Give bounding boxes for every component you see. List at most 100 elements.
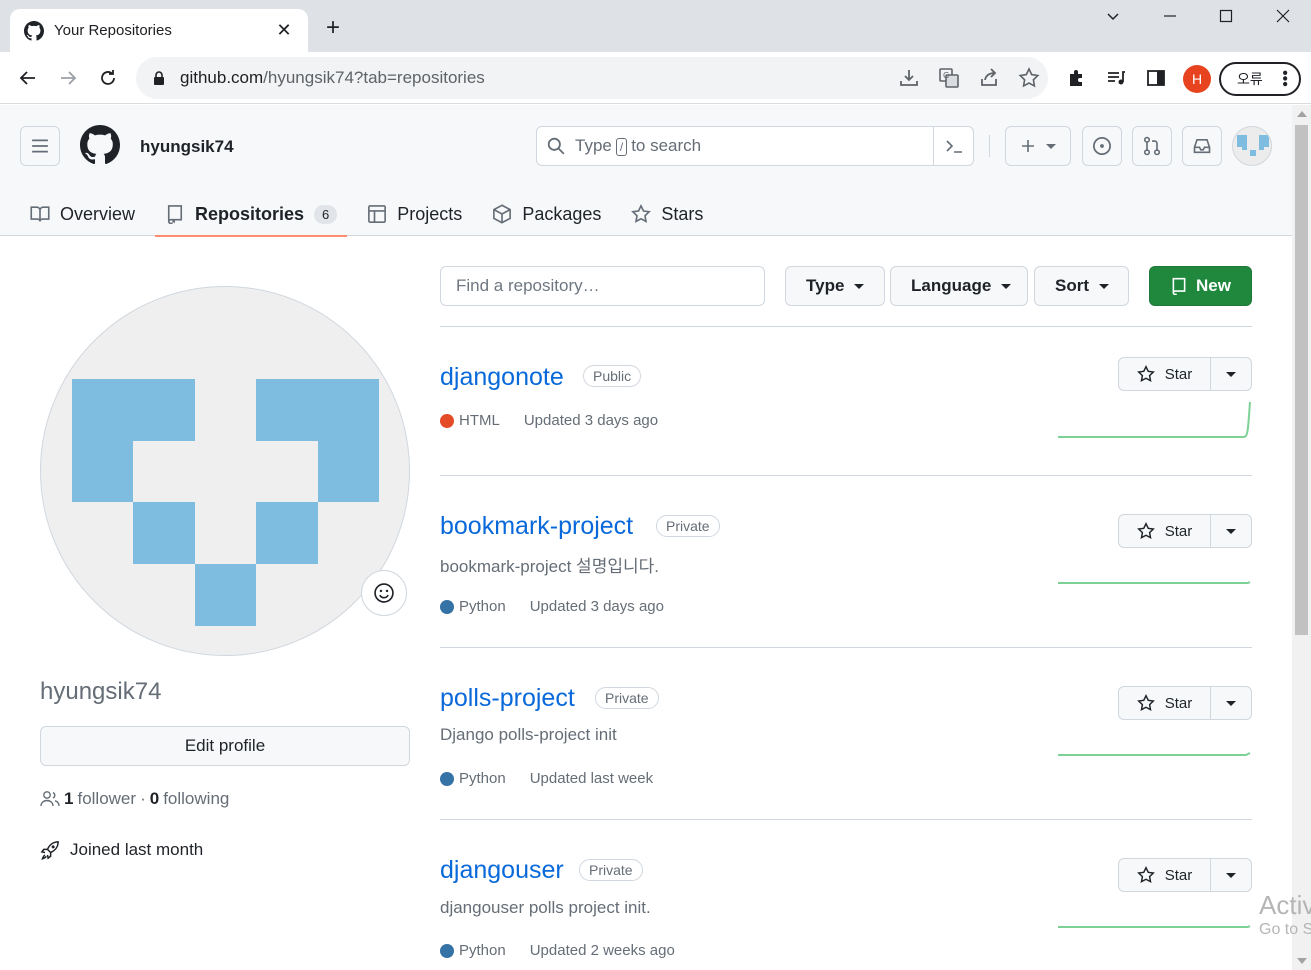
header-divider [989, 135, 990, 157]
people-icon [40, 791, 60, 807]
tab-repositories[interactable]: Repositories 6 [155, 192, 348, 237]
close-window-icon[interactable] [1271, 8, 1295, 28]
browser-error-button[interactable]: 오류 ••• [1219, 62, 1301, 96]
star-icon [1136, 866, 1155, 883]
create-new-button[interactable] [1005, 126, 1071, 166]
star-list-dropdown[interactable] [1211, 358, 1251, 390]
star-button[interactable]: Star [1119, 687, 1211, 719]
profile-avatar[interactable] [40, 286, 410, 656]
lock-icon[interactable] [152, 70, 166, 86]
address-bar[interactable]: github.com/hyungsik74?tab=repositories G [136, 57, 1048, 99]
profile-tabs: Overview Repositories 6 Projects Package… [20, 192, 723, 237]
star-button[interactable]: Star [1119, 358, 1211, 390]
extensions-puzzle-icon[interactable] [1064, 65, 1090, 91]
language-color-dot [440, 771, 454, 786]
caret-down-icon [854, 283, 865, 289]
hamburger-menu-icon[interactable] [20, 126, 60, 166]
tab-overview[interactable]: Overview [20, 192, 145, 236]
followers-label[interactable]: follower [77, 789, 136, 809]
repo-meta: Python Updated 3 days ago [440, 598, 664, 615]
scroll-down-arrow-icon[interactable] [1297, 958, 1307, 964]
scrollbar-thumb[interactable] [1295, 125, 1308, 635]
caret-down-icon [1226, 700, 1236, 706]
repo-description: Django polls-project init [440, 725, 617, 744]
star-icon [631, 204, 652, 223]
plus-icon [1022, 140, 1034, 152]
repo-list-item: polls-project Private Django polls-proje… [440, 648, 1252, 820]
language-color-dot [440, 413, 454, 428]
browser-profile-avatar[interactable]: H [1183, 65, 1211, 93]
repo-name-link[interactable]: polls-project [440, 684, 575, 713]
translate-icon[interactable]: G [938, 67, 960, 89]
share-icon[interactable] [978, 67, 1000, 89]
new-tab-icon[interactable]: + [326, 16, 340, 40]
followers-count[interactable]: 1 [64, 789, 73, 809]
side-panel-icon[interactable] [1143, 65, 1169, 91]
repo-updated: Updated last week [529, 770, 654, 787]
browser-toolbar: github.com/hyungsik74?tab=repositories G… [0, 52, 1311, 104]
more-menu-icon[interactable]: ••• [1276, 70, 1293, 87]
star-button[interactable]: Star [1119, 515, 1211, 547]
issue-opened-icon [1093, 137, 1111, 155]
close-tab-icon[interactable]: ✕ [274, 20, 294, 41]
activity-sparkline [1058, 925, 1251, 928]
github-logo-icon[interactable] [80, 125, 120, 165]
issues-button[interactable] [1082, 126, 1122, 166]
star-button-group: Star [1118, 686, 1252, 720]
star-list-dropdown[interactable] [1211, 859, 1251, 891]
new-repository-button[interactable]: New [1149, 266, 1252, 306]
maximize-icon[interactable] [1214, 8, 1238, 28]
star-list-dropdown[interactable] [1211, 687, 1251, 719]
identicon-image [72, 379, 379, 626]
visibility-badge: Private [579, 859, 643, 881]
following-label[interactable]: following [163, 789, 229, 809]
header-avatar[interactable] [1232, 126, 1272, 166]
search-placeholder: Type / to search [575, 136, 702, 156]
media-queue-icon[interactable] [1103, 65, 1129, 91]
minimize-icon[interactable] [1158, 8, 1182, 28]
following-count[interactable]: 0 [150, 789, 159, 809]
header-username[interactable]: hyungsik74 [140, 137, 234, 157]
activation-watermark: Activ Go to S [1259, 890, 1311, 938]
tab-packages[interactable]: Packages [482, 192, 611, 236]
smiley-icon [374, 583, 394, 603]
tab-stars[interactable]: Stars [621, 192, 713, 236]
search-input[interactable]: Type / to search [536, 126, 974, 166]
repo-icon [167, 205, 183, 224]
page-scrollbar[interactable] [1292, 105, 1311, 970]
back-arrow-icon[interactable] [14, 64, 42, 92]
caret-down-icon [1226, 872, 1236, 878]
forward-arrow-icon[interactable] [54, 64, 82, 92]
search-icon [547, 137, 565, 155]
tab-search-chevron-icon[interactable] [1101, 8, 1125, 28]
reload-icon[interactable] [94, 64, 122, 92]
type-filter-button[interactable]: Type [785, 266, 885, 306]
repo-language: Python [459, 942, 506, 959]
package-icon [493, 204, 512, 224]
repo-name-link[interactable]: bookmark-project [440, 512, 633, 541]
pull-requests-button[interactable] [1132, 126, 1172, 166]
repo-list-item: bookmark-project Private bookmark-projec… [440, 476, 1252, 648]
repo-list-item: djangouser Private djangouser polls proj… [440, 820, 1252, 970]
repo-meta: HTML Updated 3 days ago [440, 412, 658, 429]
sort-filter-button[interactable]: Sort [1034, 266, 1129, 306]
inbox-button[interactable] [1182, 126, 1222, 166]
star-list-dropdown[interactable] [1211, 515, 1251, 547]
find-repository-input[interactable] [440, 266, 765, 306]
language-filter-button[interactable]: Language [890, 266, 1028, 306]
bookmark-star-icon[interactable] [1018, 67, 1040, 89]
browser-tab-title: Your Repositories [54, 22, 172, 39]
repo-name-link[interactable]: djangonote [440, 363, 564, 392]
follow-separator: · [140, 789, 146, 808]
tab-projects[interactable]: Projects [357, 192, 472, 236]
scroll-up-arrow-icon[interactable] [1297, 111, 1307, 117]
command-palette-icon[interactable] [933, 127, 973, 165]
star-button[interactable]: Star [1119, 859, 1211, 891]
set-status-button[interactable] [361, 570, 407, 616]
browser-tab[interactable]: Your Repositories ✕ [10, 9, 308, 52]
edit-profile-button[interactable]: Edit profile [40, 726, 410, 766]
repo-name-link[interactable]: djangouser [440, 856, 564, 885]
visibility-badge: Public [583, 365, 642, 387]
visibility-badge: Private [656, 515, 720, 537]
install-app-icon[interactable] [898, 67, 920, 89]
